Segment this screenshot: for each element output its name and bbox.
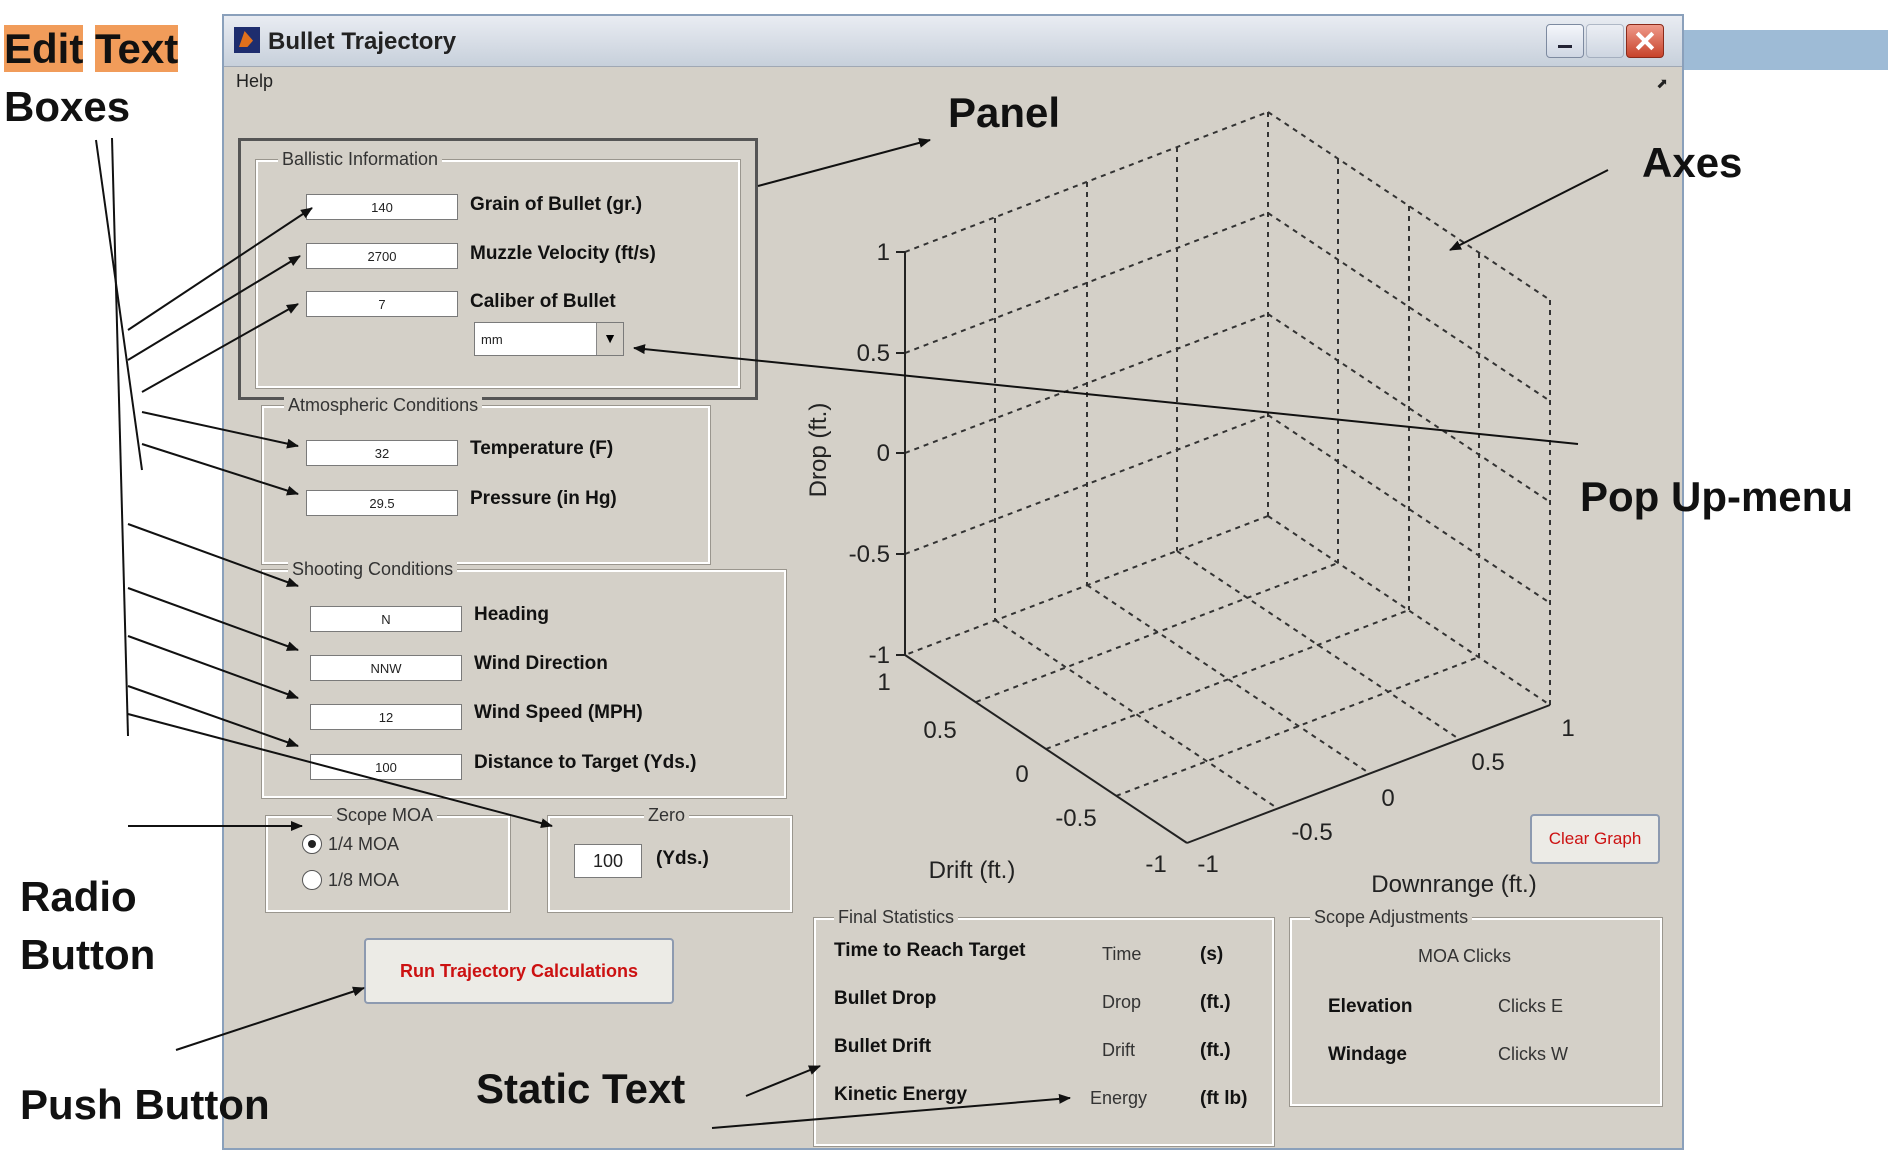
windage-value: Clicks W xyxy=(1498,1044,1568,1064)
stat-label-drop: Bullet Drop xyxy=(834,988,937,1009)
annotation-radio: Radio xyxy=(20,873,137,920)
stat-unit-time: (s) xyxy=(1200,944,1224,965)
radio-quarter-moa-label: 1/4 MOA xyxy=(328,834,400,854)
wind-direction-label: Wind Direction xyxy=(474,653,608,674)
stat-label-time: Time to Reach Target xyxy=(834,940,1026,961)
stat-value-drift: Drift xyxy=(1102,1040,1135,1060)
annotation-static-text: Static Text xyxy=(476,1065,686,1112)
chevron-down-icon[interactable]: ▼ xyxy=(596,323,623,355)
stat-label-drift: Bullet Drift xyxy=(834,1036,932,1057)
wind-direction-input[interactable] xyxy=(310,655,462,681)
menu-help[interactable]: Help xyxy=(236,71,273,92)
stat-unit-energy: (ft lb) xyxy=(1200,1088,1248,1109)
radio-selected-dot xyxy=(308,840,316,848)
scope-adjust-title: Scope Adjustments xyxy=(1310,907,1473,928)
title-bar-extension xyxy=(1660,30,1888,70)
scope-moa-title: Scope MOA xyxy=(332,805,438,826)
unit-popup-value: mm xyxy=(481,332,503,347)
maximize-button[interactable] xyxy=(1586,24,1624,58)
stat-value-drop: Drop xyxy=(1102,992,1142,1012)
bracket-line xyxy=(95,139,143,471)
atmospheric-panel: Atmospheric Conditions xyxy=(261,395,711,565)
window-title: Bullet Trajectory xyxy=(268,28,457,55)
temperature-input[interactable] xyxy=(306,440,458,466)
run-trajectory-button[interactable]: Run Trajectory Calculations xyxy=(364,938,674,1004)
heading-label: Heading xyxy=(474,604,549,625)
title-bar: Bullet Trajectory xyxy=(224,16,1682,67)
moa-clicks-header: MOA Clicks xyxy=(1418,946,1512,966)
stat-value-time: Time xyxy=(1102,944,1142,964)
zero-title: Zero xyxy=(644,805,690,826)
toolbar-arrow-icon[interactable]: ⬈ xyxy=(1656,75,1668,92)
annotation-button: Button xyxy=(20,931,156,978)
distance-input[interactable] xyxy=(310,754,462,780)
matlab-icon xyxy=(234,27,260,53)
annotation-push-button: Push Button xyxy=(20,1081,270,1128)
windage-label: Windage xyxy=(1328,1044,1407,1065)
caliber-input[interactable] xyxy=(306,291,458,317)
temperature-label: Temperature (F) xyxy=(470,438,614,459)
stat-unit-drift: (ft.) xyxy=(1200,1040,1231,1061)
radio-quarter-moa[interactable] xyxy=(302,834,322,854)
grain-input[interactable] xyxy=(306,194,458,220)
wind-speed-label: Wind Speed (MPH) xyxy=(474,702,643,723)
pressure-label: Pressure (in Hg) xyxy=(470,488,617,509)
close-button[interactable] xyxy=(1626,24,1664,58)
bracket-line xyxy=(111,137,129,737)
atmospheric-panel-title: Atmospheric Conditions xyxy=(284,395,483,416)
shooting-panel-title: Shooting Conditions xyxy=(288,559,458,580)
annotation-edit: Edit xyxy=(4,25,84,72)
annotation-popup-menu: Pop Up-menu xyxy=(1580,473,1853,520)
annotation-text: Text xyxy=(95,25,179,72)
clear-graph-button[interactable]: Clear Graph xyxy=(1530,814,1660,864)
wind-speed-input[interactable] xyxy=(310,704,462,730)
radio-eighth-moa-label: 1/8 MOA xyxy=(328,870,400,890)
caliber-label: Caliber of Bullet xyxy=(470,291,616,312)
velocity-input[interactable] xyxy=(306,243,458,269)
final-stats-title: Final Statistics xyxy=(834,907,959,928)
unit-popup-menu[interactable]: mm ▼ xyxy=(474,322,624,356)
stat-unit-drop: (ft.) xyxy=(1200,992,1231,1013)
velocity-label: Muzzle Velocity (ft/s) xyxy=(470,243,656,264)
minimize-button[interactable] xyxy=(1546,24,1584,58)
stat-value-energy: Energy xyxy=(1090,1088,1148,1108)
grain-label: Grain of Bullet (gr.) xyxy=(470,194,643,215)
radio-eighth-moa[interactable] xyxy=(302,870,322,890)
elevation-value: Clicks E xyxy=(1498,996,1564,1016)
app-window: Bullet Trajectory Help ⬈ Ballistic Infor… xyxy=(222,14,1684,1150)
annotation-axes: Axes xyxy=(1642,139,1743,186)
pressure-input[interactable] xyxy=(306,490,458,516)
annotation-panel: Panel xyxy=(948,89,1061,136)
zero-input[interactable] xyxy=(574,844,642,878)
scope-moa-panel: Scope MOA xyxy=(265,805,511,913)
heading-input[interactable] xyxy=(310,606,462,632)
annotation-edit-text: Edit Text xyxy=(4,25,179,72)
elevation-label: Elevation xyxy=(1328,996,1413,1017)
stat-label-energy: Kinetic Energy xyxy=(834,1084,968,1105)
distance-label: Distance to Target (Yds.) xyxy=(474,752,697,773)
ballistic-panel-title: Ballistic Information xyxy=(278,149,443,170)
zero-unit: (Yds.) xyxy=(656,848,709,869)
annotation-boxes: Boxes xyxy=(4,83,131,130)
